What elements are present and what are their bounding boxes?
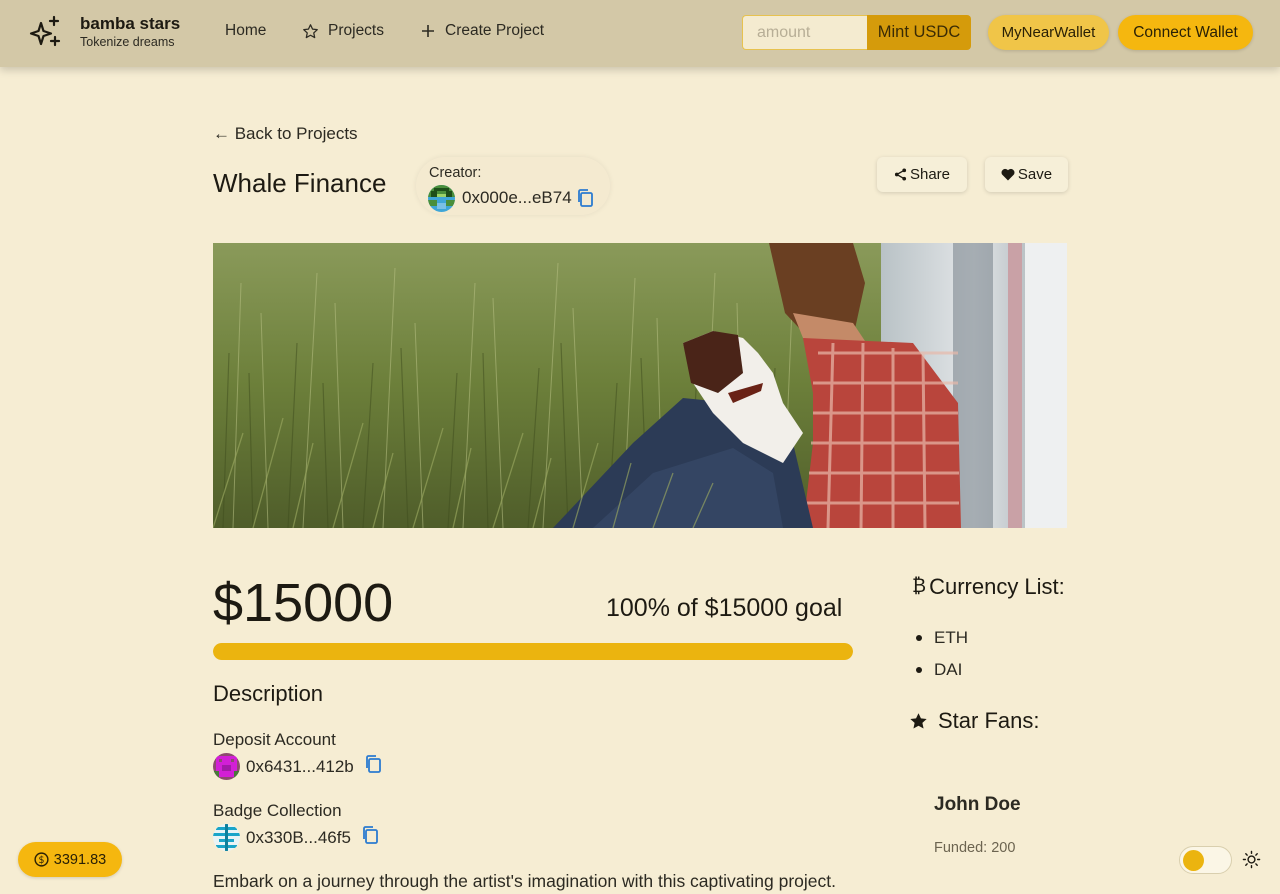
page-title: Whale Finance [213,168,387,198]
mint-usdc-button[interactable]: Mint USDC [867,15,971,50]
theme-toggle[interactable] [1179,846,1232,874]
currency-list-heading-label: Currency List: [929,574,1065,599]
save-button[interactable]: Save [985,157,1068,192]
nav-create-project[interactable]: Create Project [420,22,544,40]
copy-icon[interactable] [361,825,379,850]
nav-projects-label: Projects [328,22,384,39]
copy-icon[interactable] [364,754,382,779]
share-label: Share [909,166,951,183]
sparkles-icon [29,15,61,47]
list-item: ETH [916,622,968,654]
badge-collection-row: 0x330B...46f5 [213,824,379,851]
nav-projects[interactable]: Projects [302,22,384,40]
connect-wallet-button[interactable]: Connect Wallet [1118,15,1253,50]
creator-address: 0x000e...eB74 [462,188,572,207]
mynearwallet-button[interactable]: MyNearWallet [988,15,1109,50]
brand-tagline: Tokenize dreams [80,35,175,49]
funding-progress-fill [213,643,853,660]
badge-collection-label: Badge Collection [213,801,342,820]
star-outline-icon [303,23,318,38]
creator-avatar[interactable] [428,185,455,212]
deposit-account-address: 0x6431...412b [246,756,354,776]
amount-input[interactable] [742,15,868,50]
save-label: Save [1017,166,1053,183]
badge-collection-avatar[interactable] [213,824,240,851]
project-cover-image [213,243,1067,528]
fan-funded-amount: Funded: 200 [934,840,1016,856]
deposit-account-row: 0x6431...412b [213,753,382,780]
brand[interactable]: bamba stars Tokenize dreams [28,14,180,50]
creator-label: Creator: [429,165,482,181]
amount-raised: $15000 [213,573,394,633]
share-button[interactable]: Share [877,157,967,192]
bitcoin-icon: ₿ [912,576,927,597]
badge-collection-address: 0x330B...46f5 [246,827,351,847]
brand-name: bamba stars [80,14,181,33]
sun-icon [1242,850,1261,869]
share-icon [894,168,907,181]
nav-home[interactable]: Home [225,22,266,40]
heart-icon [1001,168,1015,181]
svg-text:$: $ [38,855,44,866]
currency-list: ETH DAI [916,622,968,686]
star-fans-heading-label: Star Fans: [938,708,1040,733]
project-description: Embark on a journey through the artist's… [213,871,836,891]
dollar-coin-icon: $ [34,852,49,867]
star-icon [910,712,927,729]
nav-home-label: Home [225,22,267,39]
balance-badge[interactable]: $ 3391.83 [18,842,122,877]
balance-value: 3391.83 [53,851,107,868]
plus-icon [422,25,434,37]
currency-list-heading: ₿ Currency List: [912,574,1065,600]
toggle-knob [1183,850,1204,871]
fan-name: John Doe [934,794,1021,815]
description-heading: Description [213,681,324,706]
list-item: DAI [916,654,968,686]
deposit-account-avatar[interactable] [213,753,240,780]
deposit-account-label: Deposit Account [213,730,336,749]
back-to-projects-link[interactable]: ← Back to Projects [213,124,358,144]
nav-create-label: Create Project [445,22,545,39]
funding-progress-bar [213,643,853,660]
top-navbar: bamba stars Tokenize dreams Home Project… [0,0,1280,67]
copy-icon[interactable] [576,188,594,213]
creator-card: Creator: 0x000e...eB74 [416,157,610,215]
star-fans-heading: Star Fans: [909,708,1039,734]
goal-progress-text: 100% of $15000 goal [606,594,843,622]
